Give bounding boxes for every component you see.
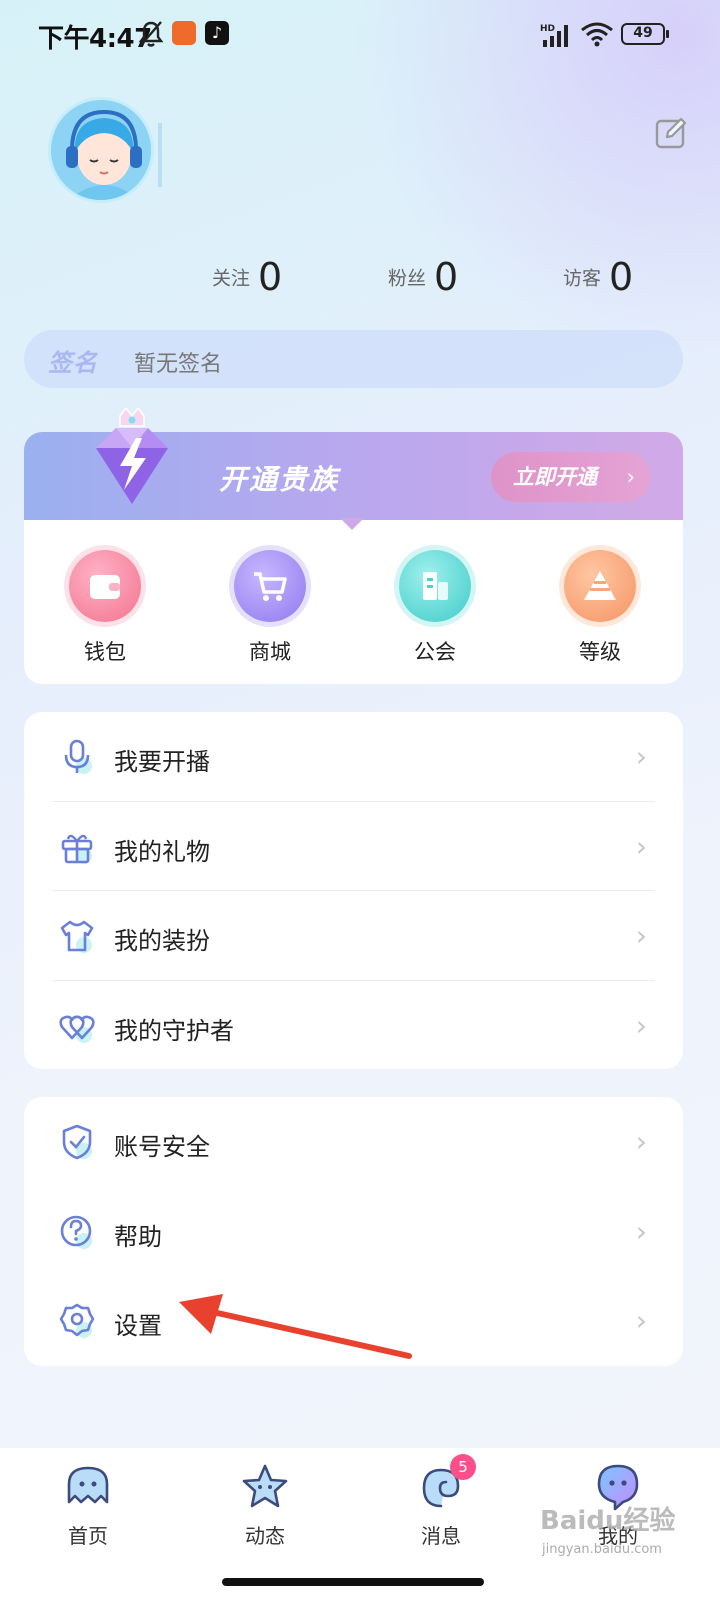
watermark-brand: Baidu经验 (540, 1506, 676, 1536)
microphone-icon (64, 739, 92, 774)
stat-value: 0 (258, 255, 283, 299)
status-time: 下午4:47 (38, 24, 152, 54)
wifi-icon (581, 22, 613, 47)
stat-value: 0 (609, 255, 634, 299)
avatar-headphones-boy-icon (51, 100, 151, 200)
menu-item-label: 设置 (114, 1312, 162, 1340)
signature-bar[interactable]: 签名 暂无签名 (24, 330, 683, 388)
stat-visitors[interactable]: 访客 0 (563, 255, 633, 305)
quick-wallet[interactable]: 钱包 (50, 550, 160, 664)
menu-item-label: 账号安全 (114, 1133, 210, 1161)
gift-icon (61, 834, 93, 864)
profile-stats: 关注 0 粉丝 0 访客 0 (0, 255, 720, 305)
signal-icon: HD (540, 24, 568, 47)
menu-item-go-live[interactable]: 我要开播 › (24, 712, 683, 802)
nav-moments[interactable]: 动态 (210, 1462, 320, 1549)
chevron-right-icon: › (635, 919, 647, 952)
menu-item-help[interactable]: 帮助 › (24, 1187, 683, 1277)
svg-text:HD: HD (540, 24, 555, 34)
unread-badge: 5 (450, 1454, 476, 1480)
chevron-right-icon: › (635, 740, 647, 773)
noble-banner-title: 开通贵族 (219, 463, 340, 496)
chevron-right-icon: › (635, 1214, 647, 1248)
stat-label: 粉丝 (388, 267, 427, 290)
app-notification-icon (172, 21, 196, 45)
nav-messages[interactable]: 5 消息 (386, 1454, 496, 1549)
stat-label: 访客 (563, 267, 602, 290)
stat-following[interactable]: 关注 0 (212, 255, 282, 305)
banner-pointer (340, 518, 364, 530)
quick-action-label: 商城 (249, 640, 291, 664)
quick-level[interactable]: 等级 (545, 550, 655, 664)
help-icon (60, 1215, 92, 1249)
chevron-right-icon: › (626, 465, 635, 489)
home-indicator[interactable] (222, 1578, 484, 1586)
quick-action-label: 公会 (414, 640, 456, 664)
quick-action-label: 钱包 (84, 640, 126, 664)
menu-item-my-guardians[interactable]: 我的守护者 › (24, 981, 683, 1071)
shield-check-icon (62, 1124, 92, 1160)
battery-indicator: 49 (621, 23, 669, 45)
nav-label: 消息 (421, 1524, 461, 1548)
diamond-crown-icon (96, 408, 168, 504)
hearts-icon (59, 1015, 95, 1043)
home-ghost-icon (63, 1462, 113, 1512)
open-noble-button[interactable]: 立即开通 › (491, 452, 651, 502)
menu-item-label: 我的礼物 (114, 837, 210, 866)
building-icon (399, 550, 471, 622)
menu-group-primary: 我要开播 › 我的礼物 › 我的装扮 › 我的守护者 › (24, 712, 683, 1069)
nav-label: 首页 (68, 1524, 108, 1548)
tiktok-notification-icon: ♪ (205, 21, 229, 45)
quick-action-label: 等级 (579, 640, 621, 664)
stat-label: 关注 (212, 267, 251, 290)
menu-item-label: 帮助 (114, 1222, 162, 1251)
shopping-cart-icon (234, 550, 306, 622)
avatar[interactable] (48, 97, 154, 203)
stat-value: 0 (434, 255, 459, 299)
menu-item-account-security[interactable]: 账号安全 › (24, 1097, 683, 1187)
menu-item-my-outfits[interactable]: 我的装扮 › (24, 891, 683, 981)
chevron-right-icon: › (635, 829, 647, 863)
signature-tag: 签名 (48, 349, 98, 377)
stat-fans[interactable]: 粉丝 0 (388, 255, 458, 305)
watermark-url: jingyan.baidu.com (542, 1542, 662, 1557)
wallet-icon (69, 550, 141, 622)
shirt-icon (60, 920, 94, 953)
menu-item-label: 我要开播 (114, 748, 210, 776)
nickname-placeholder (158, 123, 162, 187)
quick-guild[interactable]: 公会 (380, 550, 490, 664)
nav-label: 动态 (245, 1524, 285, 1548)
star-icon (240, 1462, 290, 1512)
menu-item-my-gifts[interactable]: 我的礼物 › (24, 802, 683, 892)
gear-icon (59, 1303, 95, 1338)
bell-muted-icon (138, 21, 164, 47)
level-pyramid-icon (564, 550, 636, 622)
edit-profile-icon[interactable] (654, 116, 688, 150)
annotation-arrow-icon (179, 1294, 412, 1359)
chevron-right-icon: › (635, 1125, 647, 1158)
noble-card: 开通贵族 立即开通 › 钱包 商城 公会 等级 (24, 408, 683, 684)
message-icon: 5 (416, 1454, 476, 1512)
menu-item-label: 我的守护者 (114, 1016, 234, 1045)
chevron-right-icon: › (635, 1008, 647, 1042)
chevron-right-icon: › (635, 1304, 647, 1337)
quick-mall[interactable]: 商城 (215, 550, 325, 664)
signature-text: 暂无签名 (134, 352, 223, 377)
menu-item-label: 我的装扮 (114, 927, 210, 955)
status-bar: 下午4:47 ♪ HD 49 (0, 0, 720, 70)
open-noble-button-label: 立即开通 (513, 465, 597, 489)
nav-home[interactable]: 首页 (33, 1462, 143, 1549)
